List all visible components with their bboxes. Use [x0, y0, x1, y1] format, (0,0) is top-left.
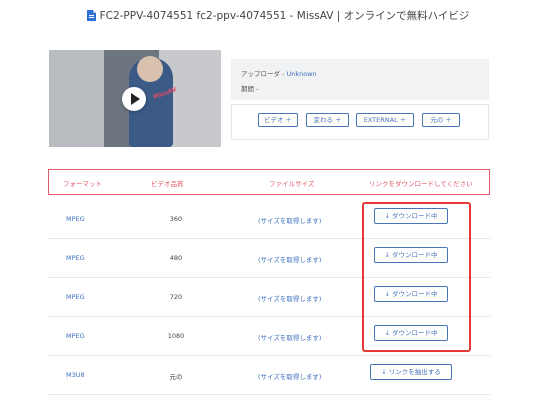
duration-label: 期間: [241, 85, 254, 93]
filesize-cell: (サイズを取得します): [258, 256, 322, 264]
tag-button-external[interactable]: EXTERNAL ＋: [356, 113, 414, 127]
format-cell: MPEG: [66, 332, 85, 340]
header-format: フォーマット: [63, 180, 102, 188]
duration-value: -: [254, 85, 259, 93]
document-icon: [86, 10, 96, 24]
filesize-cell: (サイズを取得します): [258, 217, 322, 225]
format-cell: MPEG: [66, 254, 85, 262]
page-title: FC2-PPV-4074551 fc2-ppv-4074551 - MissAV…: [0, 8, 556, 24]
extract-link-button[interactable]: ↓ リンクを抽出する: [370, 364, 452, 380]
quality-cell: 元の: [169, 373, 183, 381]
quality-cell: 720: [169, 293, 183, 301]
quality-cell: 480: [169, 254, 183, 262]
format-cell: MPEG: [66, 215, 85, 223]
tag-button-video[interactable]: ビデオ ＋: [258, 113, 298, 127]
page-title-text: FC2-PPV-4074551 fc2-ppv-4074551 - MissAV…: [99, 10, 470, 22]
filesize-cell: (サイズを取得します): [258, 373, 322, 381]
table-row: M3U8 元の (サイズを取得します) ↓ リンクを抽出する: [48, 355, 490, 395]
video-meta-panel: アップローダ - Unknown 期間 -: [231, 59, 489, 100]
format-cell: M3U8: [66, 371, 85, 379]
header-quality: ビデオ品質: [151, 180, 184, 188]
table-header: フォーマット ビデオ品質 ファイルサイズ リンクをダウンロードしてください: [48, 169, 490, 195]
format-cell: MPEG: [66, 293, 85, 301]
quality-cell: 360: [169, 215, 183, 223]
header-filesize: ファイルサイズ: [269, 180, 315, 188]
tag-button-original[interactable]: 元の ＋: [422, 113, 460, 127]
filesize-cell: (サイズを取得します): [258, 334, 322, 342]
header-download: リンクをダウンロードしてください: [369, 180, 473, 188]
duration-row: 期間 -: [241, 83, 258, 93]
play-icon[interactable]: [122, 87, 146, 111]
highlight-box: [362, 202, 471, 352]
uploader-row: アップローダ - Unknown: [241, 68, 317, 78]
uploader-link[interactable]: Unknown: [286, 70, 316, 78]
tag-button-change[interactable]: 変わる ＋: [306, 113, 349, 127]
filesize-cell: (サイズを取得します): [258, 295, 322, 303]
quality-cell: 1080: [167, 332, 185, 340]
uploader-label: アップローダ: [241, 70, 280, 78]
